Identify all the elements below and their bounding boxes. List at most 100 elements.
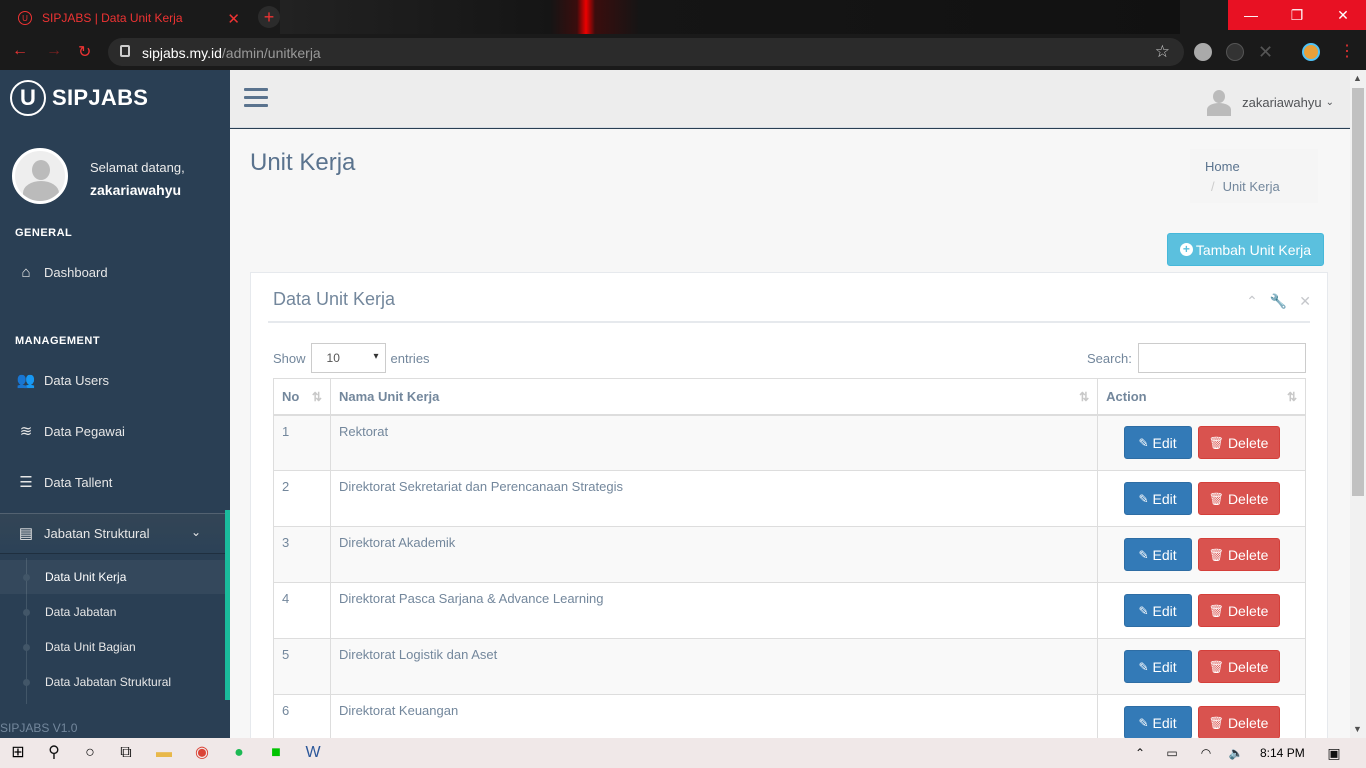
add-unit-kerja-button[interactable]: + Tambah Unit Kerja <box>1167 233 1324 266</box>
panel-tools: ⌃ 🔧 ✕ <box>1246 293 1311 310</box>
extension-discord-icon[interactable] <box>1194 43 1212 61</box>
back-arrow-icon[interactable]: ← <box>12 42 28 60</box>
delete-button[interactable]: 🗑 Delete <box>1197 650 1280 683</box>
subitem-data-unit-kerja[interactable]: Data Unit Kerja <box>0 560 225 594</box>
search-icon[interactable]: ⚲ <box>44 743 64 763</box>
chevron-down-icon: ⌄ <box>190 525 201 539</box>
task-view-icon[interactable]: ⧉ <box>116 743 136 763</box>
subitem-data-jabatan-struktural[interactable]: Data Jabatan Struktural <box>0 665 225 699</box>
extension-cast-icon[interactable] <box>1226 43 1244 61</box>
reload-icon[interactable]: ↻ <box>78 42 91 62</box>
trash-icon: 🗑 <box>1208 547 1224 562</box>
panel-title: Data Unit Kerja <box>273 289 396 309</box>
page-scrollbar[interactable]: ▲ ▼ <box>1350 70 1366 738</box>
cell-action: ✎ Edit 🗑 Delete <box>1097 526 1306 583</box>
sidebar-item-dashboard[interactable]: ⌂ Dashboard <box>0 252 230 292</box>
maximize-button[interactable]: ❐ <box>1274 0 1320 30</box>
file-explorer-icon[interactable]: ▬ <box>154 743 174 763</box>
sidebar-item-data-tallent[interactable]: ☰ Data Tallent <box>0 462 230 502</box>
subitem-data-unit-bagian[interactable]: Data Unit Bagian <box>0 630 225 664</box>
cell-action: ✎ Edit 🗑 Delete <box>1097 694 1306 738</box>
edit-button[interactable]: ✎ Edit <box>1123 594 1192 627</box>
sidebar: U SIPJABS Selamat datang, zakariawahyu G… <box>0 70 230 738</box>
cell-action: ✎ Edit 🗑 Delete <box>1097 414 1306 471</box>
forward-arrow-icon[interactable]: → <box>46 42 62 60</box>
trash-icon: 🗑 <box>1208 435 1224 450</box>
wifi-icon[interactable]: ◠ <box>1196 743 1216 763</box>
brand[interactable]: U SIPJABS <box>10 80 148 116</box>
scroll-down-icon[interactable]: ▼ <box>1353 724 1362 734</box>
edit-button[interactable]: ✎ Edit <box>1123 706 1192 738</box>
notifications-icon[interactable]: ▣ <box>1324 743 1344 763</box>
edit-button[interactable]: ✎ Edit <box>1123 482 1192 515</box>
windows-start-icon[interactable]: ⊞ <box>8 743 28 763</box>
user-dropdown[interactable]: zakariawahyu ⌄ <box>1206 88 1334 116</box>
battery-icon[interactable]: ▭ <box>1162 743 1182 763</box>
chevron-up-icon[interactable]: ⌃ <box>1130 743 1150 763</box>
top-navbar: zakariawahyu ⌄ <box>230 70 1350 128</box>
volume-icon[interactable]: 🔈 <box>1226 743 1246 763</box>
entries-select[interactable]: 10 <box>310 343 386 373</box>
table-row: 4 Direktorat Pasca Sarjana & Advance Lea… <box>273 582 1306 639</box>
column-header-no[interactable]: No ⇅ <box>273 378 331 416</box>
cell-no: 4 <box>273 582 331 639</box>
top-username: zakariawahyu <box>1242 94 1322 110</box>
database-icon: ≋ <box>19 423 33 440</box>
chrome-icon[interactable]: ◉ <box>192 743 212 763</box>
wrench-icon[interactable]: 🔧 <box>1270 293 1287 310</box>
minimize-button[interactable]: — <box>1228 0 1274 30</box>
windows-taskbar: ⊞ ⚲ ○ ⧉ ▬ ◉ ● ■ W ⌃ ▭ ◠ 🔈 8:14 PM ▣ <box>0 738 1366 768</box>
cell-no: 2 <box>273 470 331 527</box>
delete-button[interactable]: 🗑 Delete <box>1197 482 1280 515</box>
subitem-data-jabatan[interactable]: Data Jabatan <box>0 595 225 629</box>
search-control: Search: <box>1087 343 1306 373</box>
cortana-icon[interactable]: ○ <box>80 743 100 763</box>
sidebar-username: zakariawahyu <box>90 182 182 198</box>
word-icon[interactable]: W <box>303 743 323 763</box>
column-header-name[interactable]: Nama Unit Kerja ⇅ <box>329 378 1099 416</box>
clock[interactable]: 8:14 PM <box>1260 746 1305 760</box>
section-management: MANAGEMENT <box>15 335 101 347</box>
collapse-chevron-up-icon[interactable]: ⌃ <box>1246 293 1258 310</box>
newspaper-icon: ▤ <box>18 525 34 542</box>
tab-bar-background <box>280 0 1180 34</box>
delete-button[interactable]: 🗑 Delete <box>1197 426 1280 460</box>
cell-no: 6 <box>273 694 331 738</box>
column-header-action[interactable]: Action ⇅ <box>1097 378 1306 416</box>
extension-x-icon[interactable]: ✕ <box>1258 43 1276 61</box>
delete-button[interactable]: 🗑 Delete <box>1197 594 1280 627</box>
sidebar-item-jabatan-struktural[interactable]: ▤ Jabatan Struktural ⌄ <box>0 513 230 553</box>
delete-button[interactable]: 🗑 Delete <box>1197 538 1280 571</box>
breadcrumb-home[interactable]: Home <box>1205 159 1303 174</box>
cell-name: Direktorat Keuangan <box>329 694 1099 738</box>
close-icon[interactable]: ✕ <box>1299 293 1311 310</box>
browser-tab[interactable]: U SIPJABS | Data Unit Kerja ✕ <box>8 2 248 34</box>
table-row: 6 Direktorat Keuangan ✎ Edit 🗑 Delete <box>273 694 1306 738</box>
cell-name: Direktorat Pasca Sarjana & Advance Learn… <box>329 582 1099 639</box>
edit-icon: ✎ <box>1138 435 1149 450</box>
scroll-up-icon[interactable]: ▲ <box>1353 73 1362 83</box>
edit-button[interactable]: ✎ Edit <box>1123 538 1192 571</box>
profile-avatar-icon[interactable] <box>1302 43 1320 61</box>
url-omnibox[interactable]: sipjabs.my.id/admin/unitkerja ☆ <box>108 38 1184 66</box>
browser-menu-icon[interactable]: ⋮ <box>1338 43 1356 61</box>
edit-button[interactable]: ✎ Edit <box>1123 650 1192 683</box>
search-input[interactable] <box>1137 343 1306 373</box>
new-tab-button[interactable]: + <box>258 6 280 28</box>
scrollbar-thumb[interactable] <box>1352 88 1364 496</box>
line-icon[interactable]: ■ <box>266 743 286 763</box>
edit-button[interactable]: ✎ Edit <box>1123 426 1192 460</box>
close-tab-icon[interactable]: ✕ <box>227 10 240 28</box>
sidebar-item-data-users[interactable]: 👥 Data Users <box>0 360 230 400</box>
edit-icon: ✎ <box>1138 659 1149 674</box>
sidebar-item-data-pegawai[interactable]: ≋ Data Pegawai <box>0 411 230 451</box>
spotify-icon[interactable]: ● <box>229 743 249 763</box>
url-text: sipjabs.my.id/admin/unitkerja <box>142 45 321 61</box>
plus-circle-icon: + <box>1179 243 1193 256</box>
close-window-button[interactable]: ✕ <box>1320 0 1366 30</box>
menu-toggle-icon[interactable] <box>244 88 268 108</box>
submenu-jabatan-struktural: Data Unit Kerja Data Jabatan Data Unit B… <box>0 558 225 704</box>
delete-button[interactable]: 🗑 Delete <box>1197 706 1280 738</box>
bookmark-star-icon[interactable]: ☆ <box>1155 42 1170 62</box>
table-row: 3 Direktorat Akademik ✎ Edit 🗑 Delete <box>273 526 1306 583</box>
